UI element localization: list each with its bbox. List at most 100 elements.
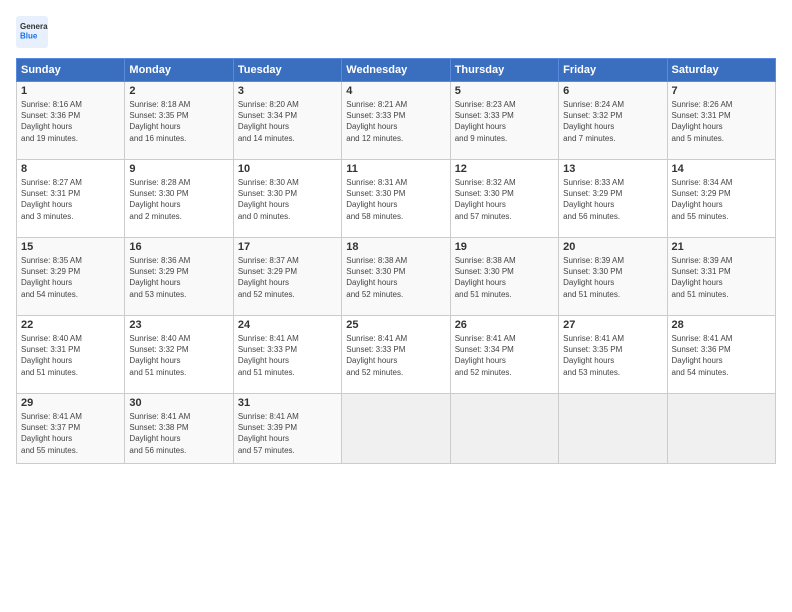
day-info: Sunrise: 8:34 AM Sunset: 3:29 PM Dayligh…: [672, 177, 771, 222]
calendar-cell: 26 Sunrise: 8:41 AM Sunset: 3:34 PM Dayl…: [450, 316, 558, 394]
calendar-cell: 9 Sunrise: 8:28 AM Sunset: 3:30 PM Dayli…: [125, 160, 233, 238]
day-info: Sunrise: 8:41 AM Sunset: 3:33 PM Dayligh…: [238, 333, 337, 378]
calendar-cell: 24 Sunrise: 8:41 AM Sunset: 3:33 PM Dayl…: [233, 316, 341, 394]
day-number: 5: [455, 85, 554, 97]
day-number: 28: [672, 319, 771, 331]
day-info: Sunrise: 8:20 AM Sunset: 3:34 PM Dayligh…: [238, 99, 337, 144]
calendar-cell: [342, 394, 450, 464]
day-info: Sunrise: 8:41 AM Sunset: 3:39 PM Dayligh…: [238, 411, 337, 456]
day-info: Sunrise: 8:41 AM Sunset: 3:37 PM Dayligh…: [21, 411, 120, 456]
day-info: Sunrise: 8:18 AM Sunset: 3:35 PM Dayligh…: [129, 99, 228, 144]
calendar-cell: 31 Sunrise: 8:41 AM Sunset: 3:39 PM Dayl…: [233, 394, 341, 464]
day-number: 1: [21, 85, 120, 97]
calendar-cell: 6 Sunrise: 8:24 AM Sunset: 3:32 PM Dayli…: [559, 82, 667, 160]
day-info: Sunrise: 8:41 AM Sunset: 3:38 PM Dayligh…: [129, 411, 228, 456]
header-wednesday: Wednesday: [342, 59, 450, 82]
day-info: Sunrise: 8:39 AM Sunset: 3:30 PM Dayligh…: [563, 255, 662, 300]
calendar-cell: 17 Sunrise: 8:37 AM Sunset: 3:29 PM Dayl…: [233, 238, 341, 316]
calendar-cell: 15 Sunrise: 8:35 AM Sunset: 3:29 PM Dayl…: [17, 238, 125, 316]
day-info: Sunrise: 8:41 AM Sunset: 3:35 PM Dayligh…: [563, 333, 662, 378]
calendar-cell: 12 Sunrise: 8:32 AM Sunset: 3:30 PM Dayl…: [450, 160, 558, 238]
header-sunday: Sunday: [17, 59, 125, 82]
day-number: 24: [238, 319, 337, 331]
header-friday: Friday: [559, 59, 667, 82]
day-number: 19: [455, 241, 554, 253]
day-number: 12: [455, 163, 554, 175]
day-info: Sunrise: 8:21 AM Sunset: 3:33 PM Dayligh…: [346, 99, 445, 144]
week-row-4: 22 Sunrise: 8:40 AM Sunset: 3:31 PM Dayl…: [17, 316, 776, 394]
logo: General Blue: [16, 16, 52, 48]
day-info: Sunrise: 8:16 AM Sunset: 3:36 PM Dayligh…: [21, 99, 120, 144]
day-number: 10: [238, 163, 337, 175]
day-info: Sunrise: 8:39 AM Sunset: 3:31 PM Dayligh…: [672, 255, 771, 300]
calendar-cell: 21 Sunrise: 8:39 AM Sunset: 3:31 PM Dayl…: [667, 238, 775, 316]
day-number: 13: [563, 163, 662, 175]
day-number: 2: [129, 85, 228, 97]
header-row: SundayMondayTuesdayWednesdayThursdayFrid…: [17, 59, 776, 82]
day-number: 30: [129, 397, 228, 409]
day-info: Sunrise: 8:37 AM Sunset: 3:29 PM Dayligh…: [238, 255, 337, 300]
calendar-page: General Blue SundayMondayTuesdayWednesda…: [0, 0, 792, 612]
day-info: Sunrise: 8:30 AM Sunset: 3:30 PM Dayligh…: [238, 177, 337, 222]
calendar-cell: 25 Sunrise: 8:41 AM Sunset: 3:33 PM Dayl…: [342, 316, 450, 394]
calendar-table: SundayMondayTuesdayWednesdayThursdayFrid…: [16, 58, 776, 464]
calendar-cell: 19 Sunrise: 8:38 AM Sunset: 3:30 PM Dayl…: [450, 238, 558, 316]
calendar-cell: 5 Sunrise: 8:23 AM Sunset: 3:33 PM Dayli…: [450, 82, 558, 160]
calendar-cell: 8 Sunrise: 8:27 AM Sunset: 3:31 PM Dayli…: [17, 160, 125, 238]
day-number: 18: [346, 241, 445, 253]
day-number: 31: [238, 397, 337, 409]
day-info: Sunrise: 8:41 AM Sunset: 3:36 PM Dayligh…: [672, 333, 771, 378]
calendar-cell: 4 Sunrise: 8:21 AM Sunset: 3:33 PM Dayli…: [342, 82, 450, 160]
day-number: 29: [21, 397, 120, 409]
day-info: Sunrise: 8:35 AM Sunset: 3:29 PM Dayligh…: [21, 255, 120, 300]
day-number: 6: [563, 85, 662, 97]
day-info: Sunrise: 8:24 AM Sunset: 3:32 PM Dayligh…: [563, 99, 662, 144]
calendar-cell: 22 Sunrise: 8:40 AM Sunset: 3:31 PM Dayl…: [17, 316, 125, 394]
day-info: Sunrise: 8:33 AM Sunset: 3:29 PM Dayligh…: [563, 177, 662, 222]
day-number: 16: [129, 241, 228, 253]
calendar-cell: 30 Sunrise: 8:41 AM Sunset: 3:38 PM Dayl…: [125, 394, 233, 464]
day-number: 11: [346, 163, 445, 175]
day-info: Sunrise: 8:31 AM Sunset: 3:30 PM Dayligh…: [346, 177, 445, 222]
day-number: 4: [346, 85, 445, 97]
page-header: General Blue: [16, 16, 776, 48]
day-number: 23: [129, 319, 228, 331]
day-number: 7: [672, 85, 771, 97]
week-row-2: 8 Sunrise: 8:27 AM Sunset: 3:31 PM Dayli…: [17, 160, 776, 238]
day-number: 20: [563, 241, 662, 253]
day-number: 25: [346, 319, 445, 331]
calendar-cell: 18 Sunrise: 8:38 AM Sunset: 3:30 PM Dayl…: [342, 238, 450, 316]
calendar-cell: [450, 394, 558, 464]
day-info: Sunrise: 8:38 AM Sunset: 3:30 PM Dayligh…: [455, 255, 554, 300]
calendar-cell: 11 Sunrise: 8:31 AM Sunset: 3:30 PM Dayl…: [342, 160, 450, 238]
svg-text:Blue: Blue: [20, 31, 38, 40]
calendar-cell: 3 Sunrise: 8:20 AM Sunset: 3:34 PM Dayli…: [233, 82, 341, 160]
header-tuesday: Tuesday: [233, 59, 341, 82]
day-number: 21: [672, 241, 771, 253]
header-monday: Monday: [125, 59, 233, 82]
calendar-cell: [667, 394, 775, 464]
calendar-cell: 29 Sunrise: 8:41 AM Sunset: 3:37 PM Dayl…: [17, 394, 125, 464]
day-number: 9: [129, 163, 228, 175]
day-info: Sunrise: 8:23 AM Sunset: 3:33 PM Dayligh…: [455, 99, 554, 144]
day-info: Sunrise: 8:26 AM Sunset: 3:31 PM Dayligh…: [672, 99, 771, 144]
calendar-cell: 20 Sunrise: 8:39 AM Sunset: 3:30 PM Dayl…: [559, 238, 667, 316]
day-number: 14: [672, 163, 771, 175]
day-info: Sunrise: 8:36 AM Sunset: 3:29 PM Dayligh…: [129, 255, 228, 300]
calendar-cell: 16 Sunrise: 8:36 AM Sunset: 3:29 PM Dayl…: [125, 238, 233, 316]
day-number: 22: [21, 319, 120, 331]
calendar-cell: [559, 394, 667, 464]
day-number: 26: [455, 319, 554, 331]
day-info: Sunrise: 8:40 AM Sunset: 3:31 PM Dayligh…: [21, 333, 120, 378]
day-number: 27: [563, 319, 662, 331]
week-row-3: 15 Sunrise: 8:35 AM Sunset: 3:29 PM Dayl…: [17, 238, 776, 316]
day-info: Sunrise: 8:28 AM Sunset: 3:30 PM Dayligh…: [129, 177, 228, 222]
calendar-cell: 1 Sunrise: 8:16 AM Sunset: 3:36 PM Dayli…: [17, 82, 125, 160]
calendar-cell: 27 Sunrise: 8:41 AM Sunset: 3:35 PM Dayl…: [559, 316, 667, 394]
day-info: Sunrise: 8:40 AM Sunset: 3:32 PM Dayligh…: [129, 333, 228, 378]
day-number: 15: [21, 241, 120, 253]
day-info: Sunrise: 8:41 AM Sunset: 3:34 PM Dayligh…: [455, 333, 554, 378]
calendar-cell: 28 Sunrise: 8:41 AM Sunset: 3:36 PM Dayl…: [667, 316, 775, 394]
week-row-1: 1 Sunrise: 8:16 AM Sunset: 3:36 PM Dayli…: [17, 82, 776, 160]
calendar-cell: 10 Sunrise: 8:30 AM Sunset: 3:30 PM Dayl…: [233, 160, 341, 238]
